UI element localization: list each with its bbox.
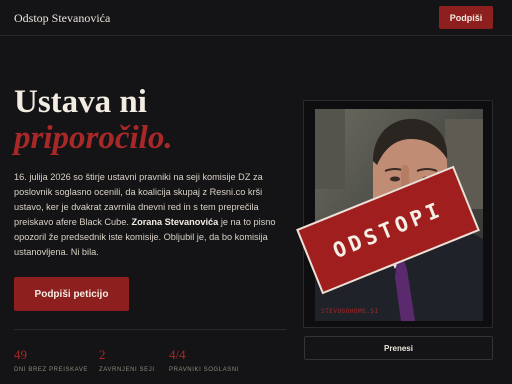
hero-title: Ustava ni priporočilo. bbox=[14, 84, 284, 156]
stat-label: DNI BREZ PREISKAVE bbox=[14, 367, 89, 373]
download-button[interactable]: Prenesi bbox=[304, 336, 493, 360]
stats-divider bbox=[14, 329, 286, 330]
stat-value: 2 bbox=[99, 347, 106, 362]
stat-value: 4/4 bbox=[169, 347, 186, 362]
sign-button[interactable]: Podpiši bbox=[439, 6, 493, 29]
stat-sessions: 2 ZAVRNJENI SEJI bbox=[99, 347, 155, 373]
stat-label: ZAVRNJENI SEJI bbox=[99, 367, 155, 373]
hero-title-accent: priporočilo. bbox=[14, 120, 173, 156]
site-watermark: STEVOGOHOME.SI bbox=[321, 308, 379, 315]
top-bar: Odstop Stevanovića Podpiši bbox=[0, 0, 512, 36]
stat-label: PRAVNIKI SOGLASNI bbox=[169, 367, 240, 373]
sign-petition-button[interactable]: Podpiši peticijo bbox=[14, 277, 129, 311]
brand-title[interactable]: Odstop Stevanovića bbox=[14, 11, 110, 26]
stat-days: 49 DNI BREZ PREISKAVE bbox=[14, 347, 88, 373]
stat-lawyers: 4/4 PRAVNIKI SOGLASNI bbox=[169, 347, 239, 373]
hero-title-line1: Ustava ni bbox=[14, 84, 147, 120]
stat-value: 49 bbox=[14, 347, 27, 362]
body-text-name: Zorana Stevanovića bbox=[131, 217, 219, 227]
hero-body-text: 16. julija 2026 so štirje ustavni pravni… bbox=[14, 170, 286, 260]
